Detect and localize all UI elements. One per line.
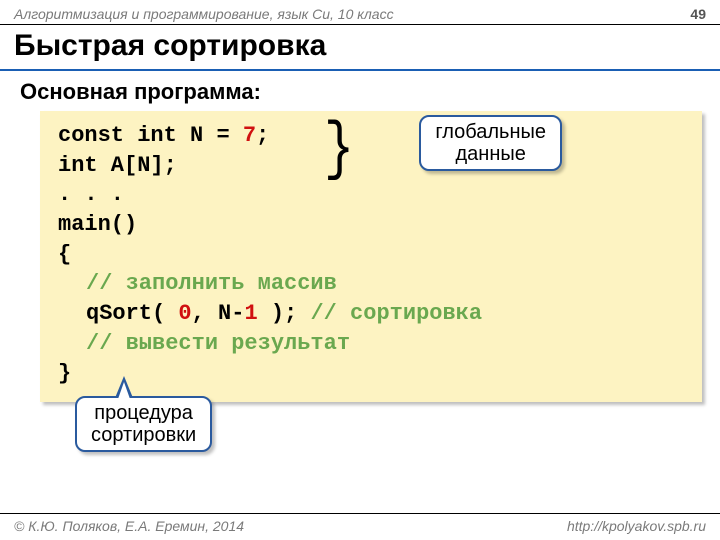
slide-title: Быстрая сортировка [0,25,720,71]
footer-url: http://kpolyakov.spb.ru [567,518,706,534]
code-line-7: qSort( 0, N-1 ); // сортировка [58,299,684,329]
copyright-label: © К.Ю. Поляков, Е.А. Еремин, 2014 [14,518,244,534]
slide-footer: © К.Ю. Поляков, Е.А. Еремин, 2014 http:/… [0,513,720,534]
code-line-9: } [58,359,684,389]
code-line-6: // заполнить массив [58,269,684,299]
page-number: 49 [690,6,706,22]
grouping-brace: } [324,107,354,195]
code-line-4: main() [58,210,684,240]
code-line-5: { [58,240,684,270]
callout-sort-procedure-container: процедура сортировки [75,396,212,452]
course-label: Алгоритмизация и программирование, язык … [14,6,394,22]
slide-subtitle: Основная программа: [0,79,720,105]
code-line-1: const int N = 7; [58,121,684,151]
slide-header: Алгоритмизация и программирование, язык … [0,0,720,25]
code-line-3: . . . [58,180,684,210]
callout-global-data: глобальные данные [419,115,562,171]
code-line-2: int A[N]; [58,151,684,181]
code-block: } глобальные данные const int N = 7; int… [40,111,702,402]
callout-sort-procedure: процедура сортировки [75,396,212,452]
code-line-8: // вывести результат [58,329,684,359]
